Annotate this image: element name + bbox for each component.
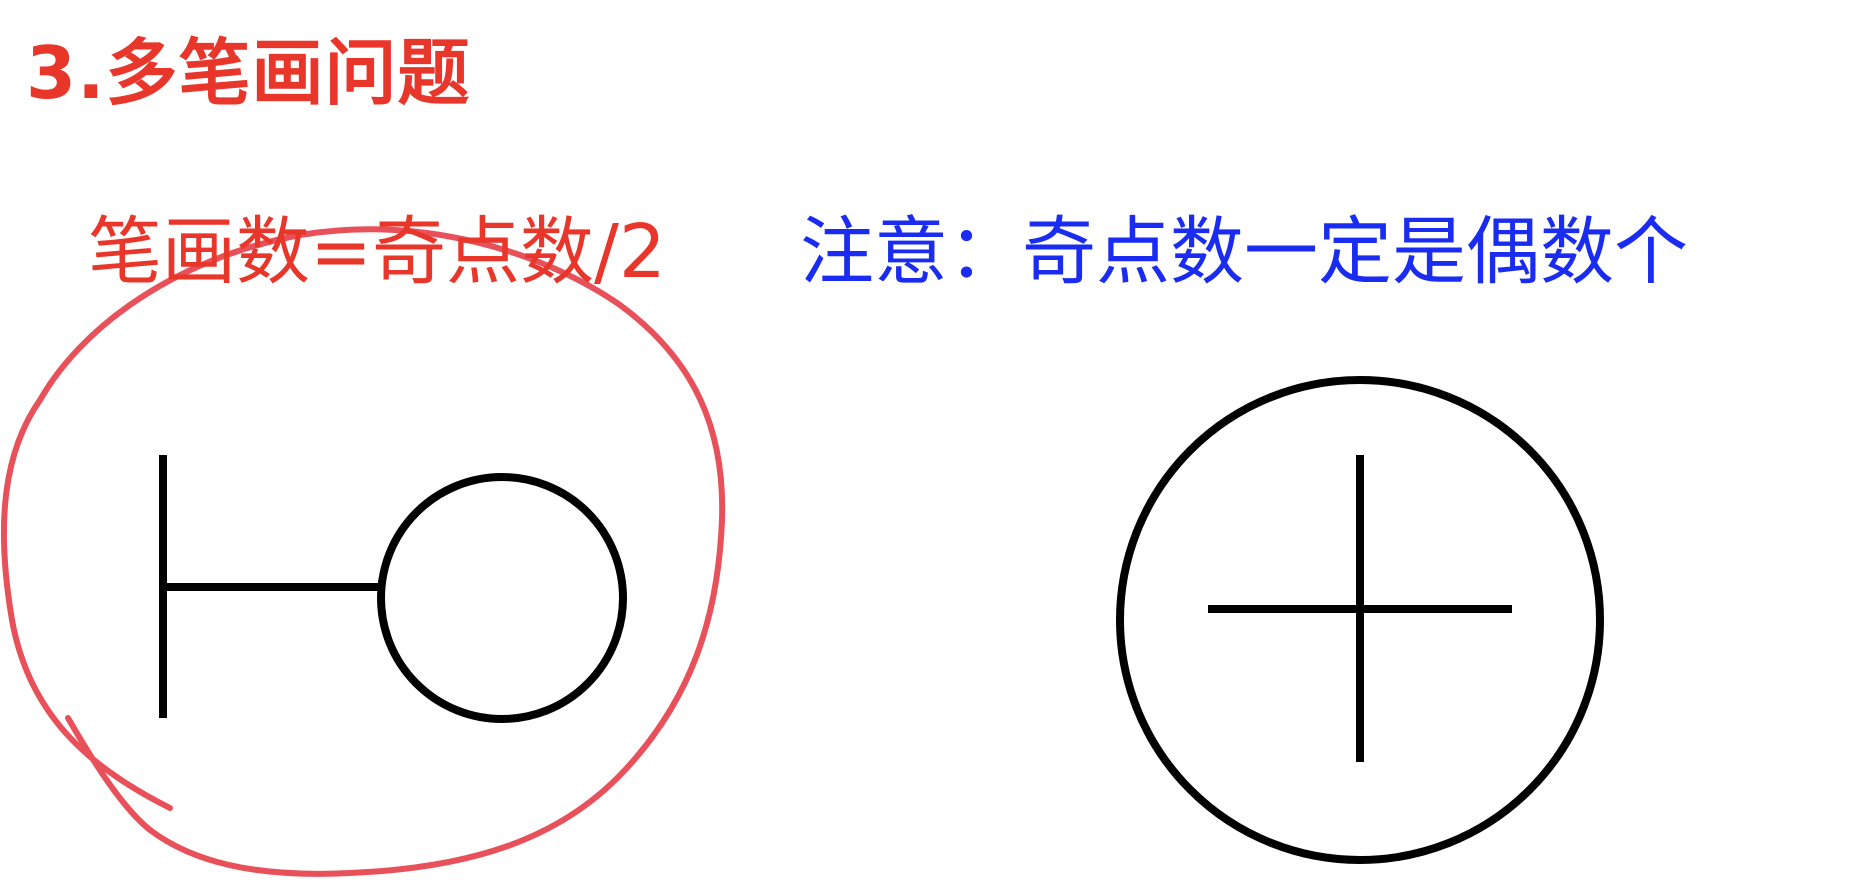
figure-left — [159, 455, 627, 723]
formula-text: 笔画数=奇点数/2 — [88, 209, 667, 295]
figure-left-circle — [377, 473, 627, 723]
figure-right — [1116, 376, 1604, 864]
diagram-canvas — [0, 226, 1604, 877]
note-text: 注意：奇点数一定是偶数个 — [800, 209, 1688, 295]
